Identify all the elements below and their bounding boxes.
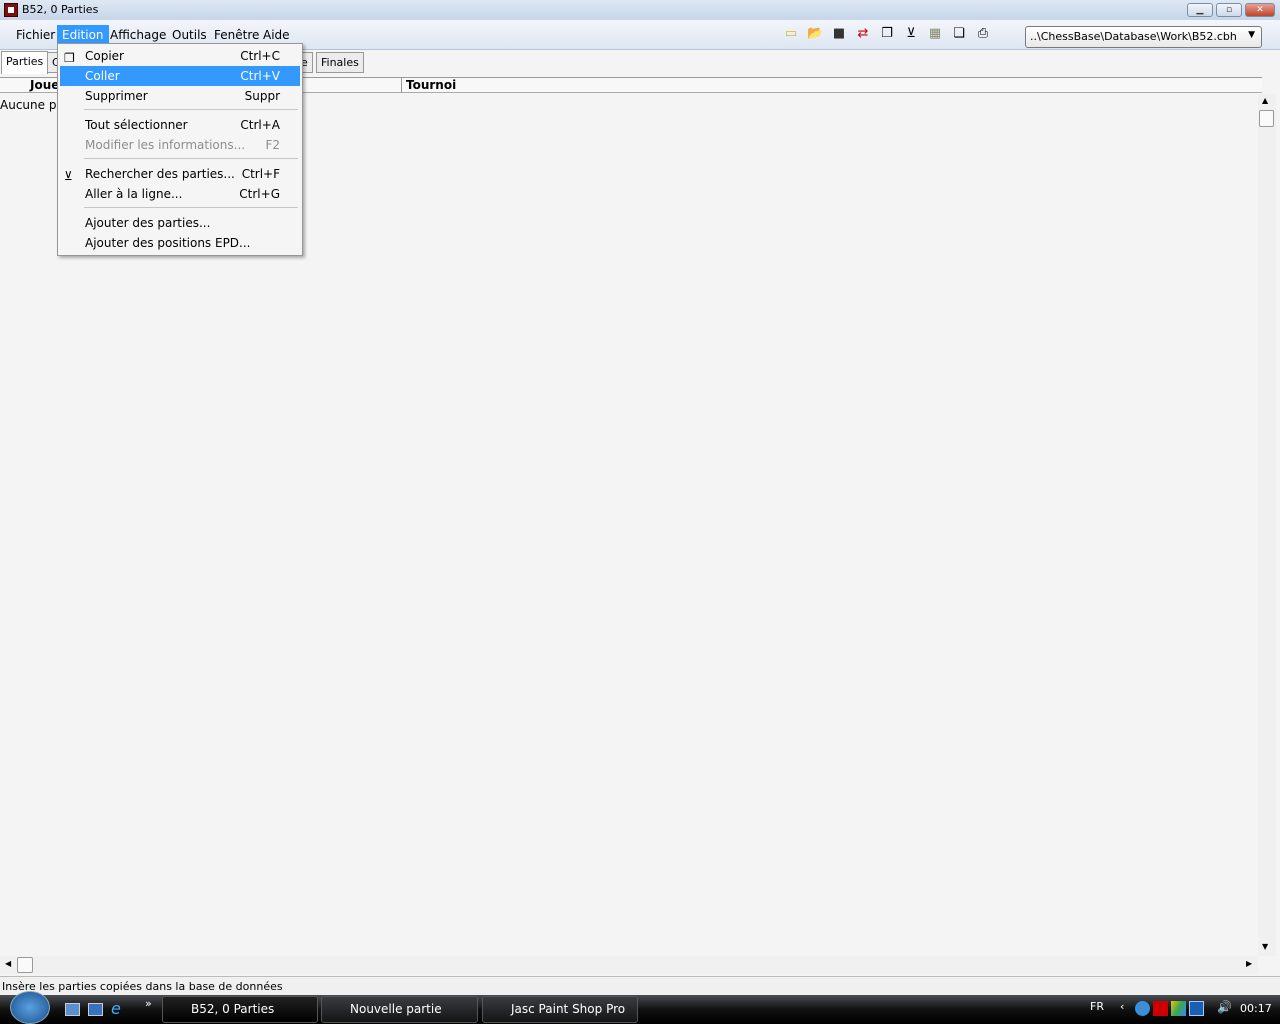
show-desktop-icon[interactable] [65,1003,80,1016]
new-database-icon[interactable]: ▭ [783,26,799,42]
column-joueur[interactable]: Joue [30,78,59,92]
copy-icon[interactable]: ❐ [879,26,895,42]
database-selector[interactable]: ..\ChessBase\Database\Work\B52.cbh ▼ [1025,26,1262,48]
task-label: B52, 0 Parties [191,1002,275,1016]
menu-fichier[interactable]: Fichier [11,25,60,46]
task-nouvelle-partie[interactable]: Nouvelle partie [321,996,478,1023]
copy-icon: ❐ [64,51,75,65]
item-shortcut: Ctrl+C [240,49,280,63]
internet-explorer-icon[interactable]: e [111,999,121,1018]
close-button[interactable]: ✕ [1245,3,1275,17]
chevron-down-icon: ▼ [1248,30,1255,40]
app-icon[interactable] [4,3,18,17]
item-label: Ajouter des positions EPD... [85,236,251,250]
menu-separator [84,158,298,159]
exchange-icon[interactable]: ⇄ [855,26,871,42]
show-hidden-icons[interactable]: ‹ [1120,1000,1124,1013]
item-shortcut: Ctrl+V [240,69,280,83]
menu-separator [84,207,298,208]
horizontal-scrollbar[interactable]: ◀ ▶ [0,956,1258,974]
vertical-scrollbar[interactable]: ▲ ▼ [1258,94,1276,956]
item-shortcut: Ctrl+G [239,187,280,201]
menu-separator [84,109,298,110]
start-button[interactable] [10,991,50,1024]
task-paint-shop-pro[interactable]: Jasc Paint Shop Pro [482,996,638,1023]
taskbar: e » B52, 0 Parties Nouvelle partie Jasc … [0,991,1280,1024]
menu-item-ajouter-epd[interactable]: Ajouter des positions EPD... [60,233,300,253]
title-bar: B52, 0 Parties ▁ ▫ ✕ [0,0,1280,20]
google-drive-icon[interactable] [1171,1001,1186,1016]
menu-item-coller[interactable]: Coller Ctrl+V [60,66,300,86]
item-shortcut: Ctrl+F [241,167,280,181]
clipboard-icon[interactable]: ❏ [951,26,967,42]
task-b52[interactable]: B52, 0 Parties [162,996,318,1023]
menu-item-rechercher[interactable]: ⊻ Rechercher des parties... Ctrl+F [60,164,300,184]
status-bar: Insère les parties copiées dans la base … [0,976,1280,995]
item-shortcut: Ctrl+A [240,118,280,132]
network-icon[interactable] [1189,1001,1204,1016]
item-label: Tout sélectionner [85,118,188,132]
tray-app-icon[interactable] [1135,1001,1150,1016]
tab-finales[interactable]: Finales [316,52,364,73]
scroll-thumb[interactable] [1259,110,1274,127]
status-text: Insère les parties copiées dans la base … [2,980,283,993]
tab-parties[interactable]: Parties [1,51,49,74]
menu-item-supprimer[interactable]: Supprimer Suppr [60,86,300,106]
edition-dropdown-menu: ❐ Copier Ctrl+C Coller Ctrl+V Supprimer Supp… [57,43,303,256]
language-indicator[interactable]: FR [1090,1000,1104,1013]
task-label: Nouvelle partie [350,1002,442,1016]
item-label: Aller à la ligne... [85,187,183,201]
menu-item-ajouter-parties[interactable]: Ajouter des parties... [60,213,300,233]
minimize-button[interactable]: ▁ [1187,3,1213,17]
item-label: Ajouter des parties... [85,216,211,230]
item-shortcut: Suppr [244,89,280,103]
hscroll-thumb[interactable] [17,957,33,973]
avira-icon[interactable] [1153,1001,1168,1016]
menu-item-aller-ligne[interactable]: Aller à la ligne... Ctrl+G [60,184,300,204]
switch-windows-icon[interactable] [88,1003,103,1016]
item-label: Supprimer [85,89,148,103]
menu-item-modifier-informations: Modifier les informations... F2 [60,135,300,155]
clock[interactable]: 00:17 [1240,1002,1272,1015]
open-icon[interactable]: 📂 [807,26,823,42]
item-label: Copier [85,49,124,63]
column-tournoi[interactable]: Tournoi [406,78,456,92]
search-filter-icon: ⊻ [64,169,73,183]
menu-item-tout-selectionner[interactable]: Tout sélectionner Ctrl+A [60,115,300,135]
filter-icon[interactable]: ⊻ [903,26,919,42]
maximize-button[interactable]: ▫ [1216,3,1242,17]
item-label: Coller [85,69,120,83]
item-shortcut: F2 [265,138,280,152]
empty-list-text: Aucune pa [0,98,64,112]
more-icon[interactable]: » [145,997,152,1010]
menu-item-copier[interactable]: ❐ Copier Ctrl+C [60,46,300,66]
volume-icon[interactable]: 🔊 [1217,1000,1232,1014]
task-label: Jasc Paint Shop Pro [511,1002,626,1016]
print-icon[interactable]: ⎙ [975,26,991,42]
save-icon[interactable]: ■ [831,26,847,42]
item-label: Rechercher des parties... [85,167,235,181]
database-path: ..\ChessBase\Database\Work\B52.cbh [1030,30,1237,43]
board-icon[interactable]: ▦ [927,26,943,42]
window-title: B52, 0 Parties [22,3,99,16]
item-label: Modifier les informations... [85,138,246,152]
